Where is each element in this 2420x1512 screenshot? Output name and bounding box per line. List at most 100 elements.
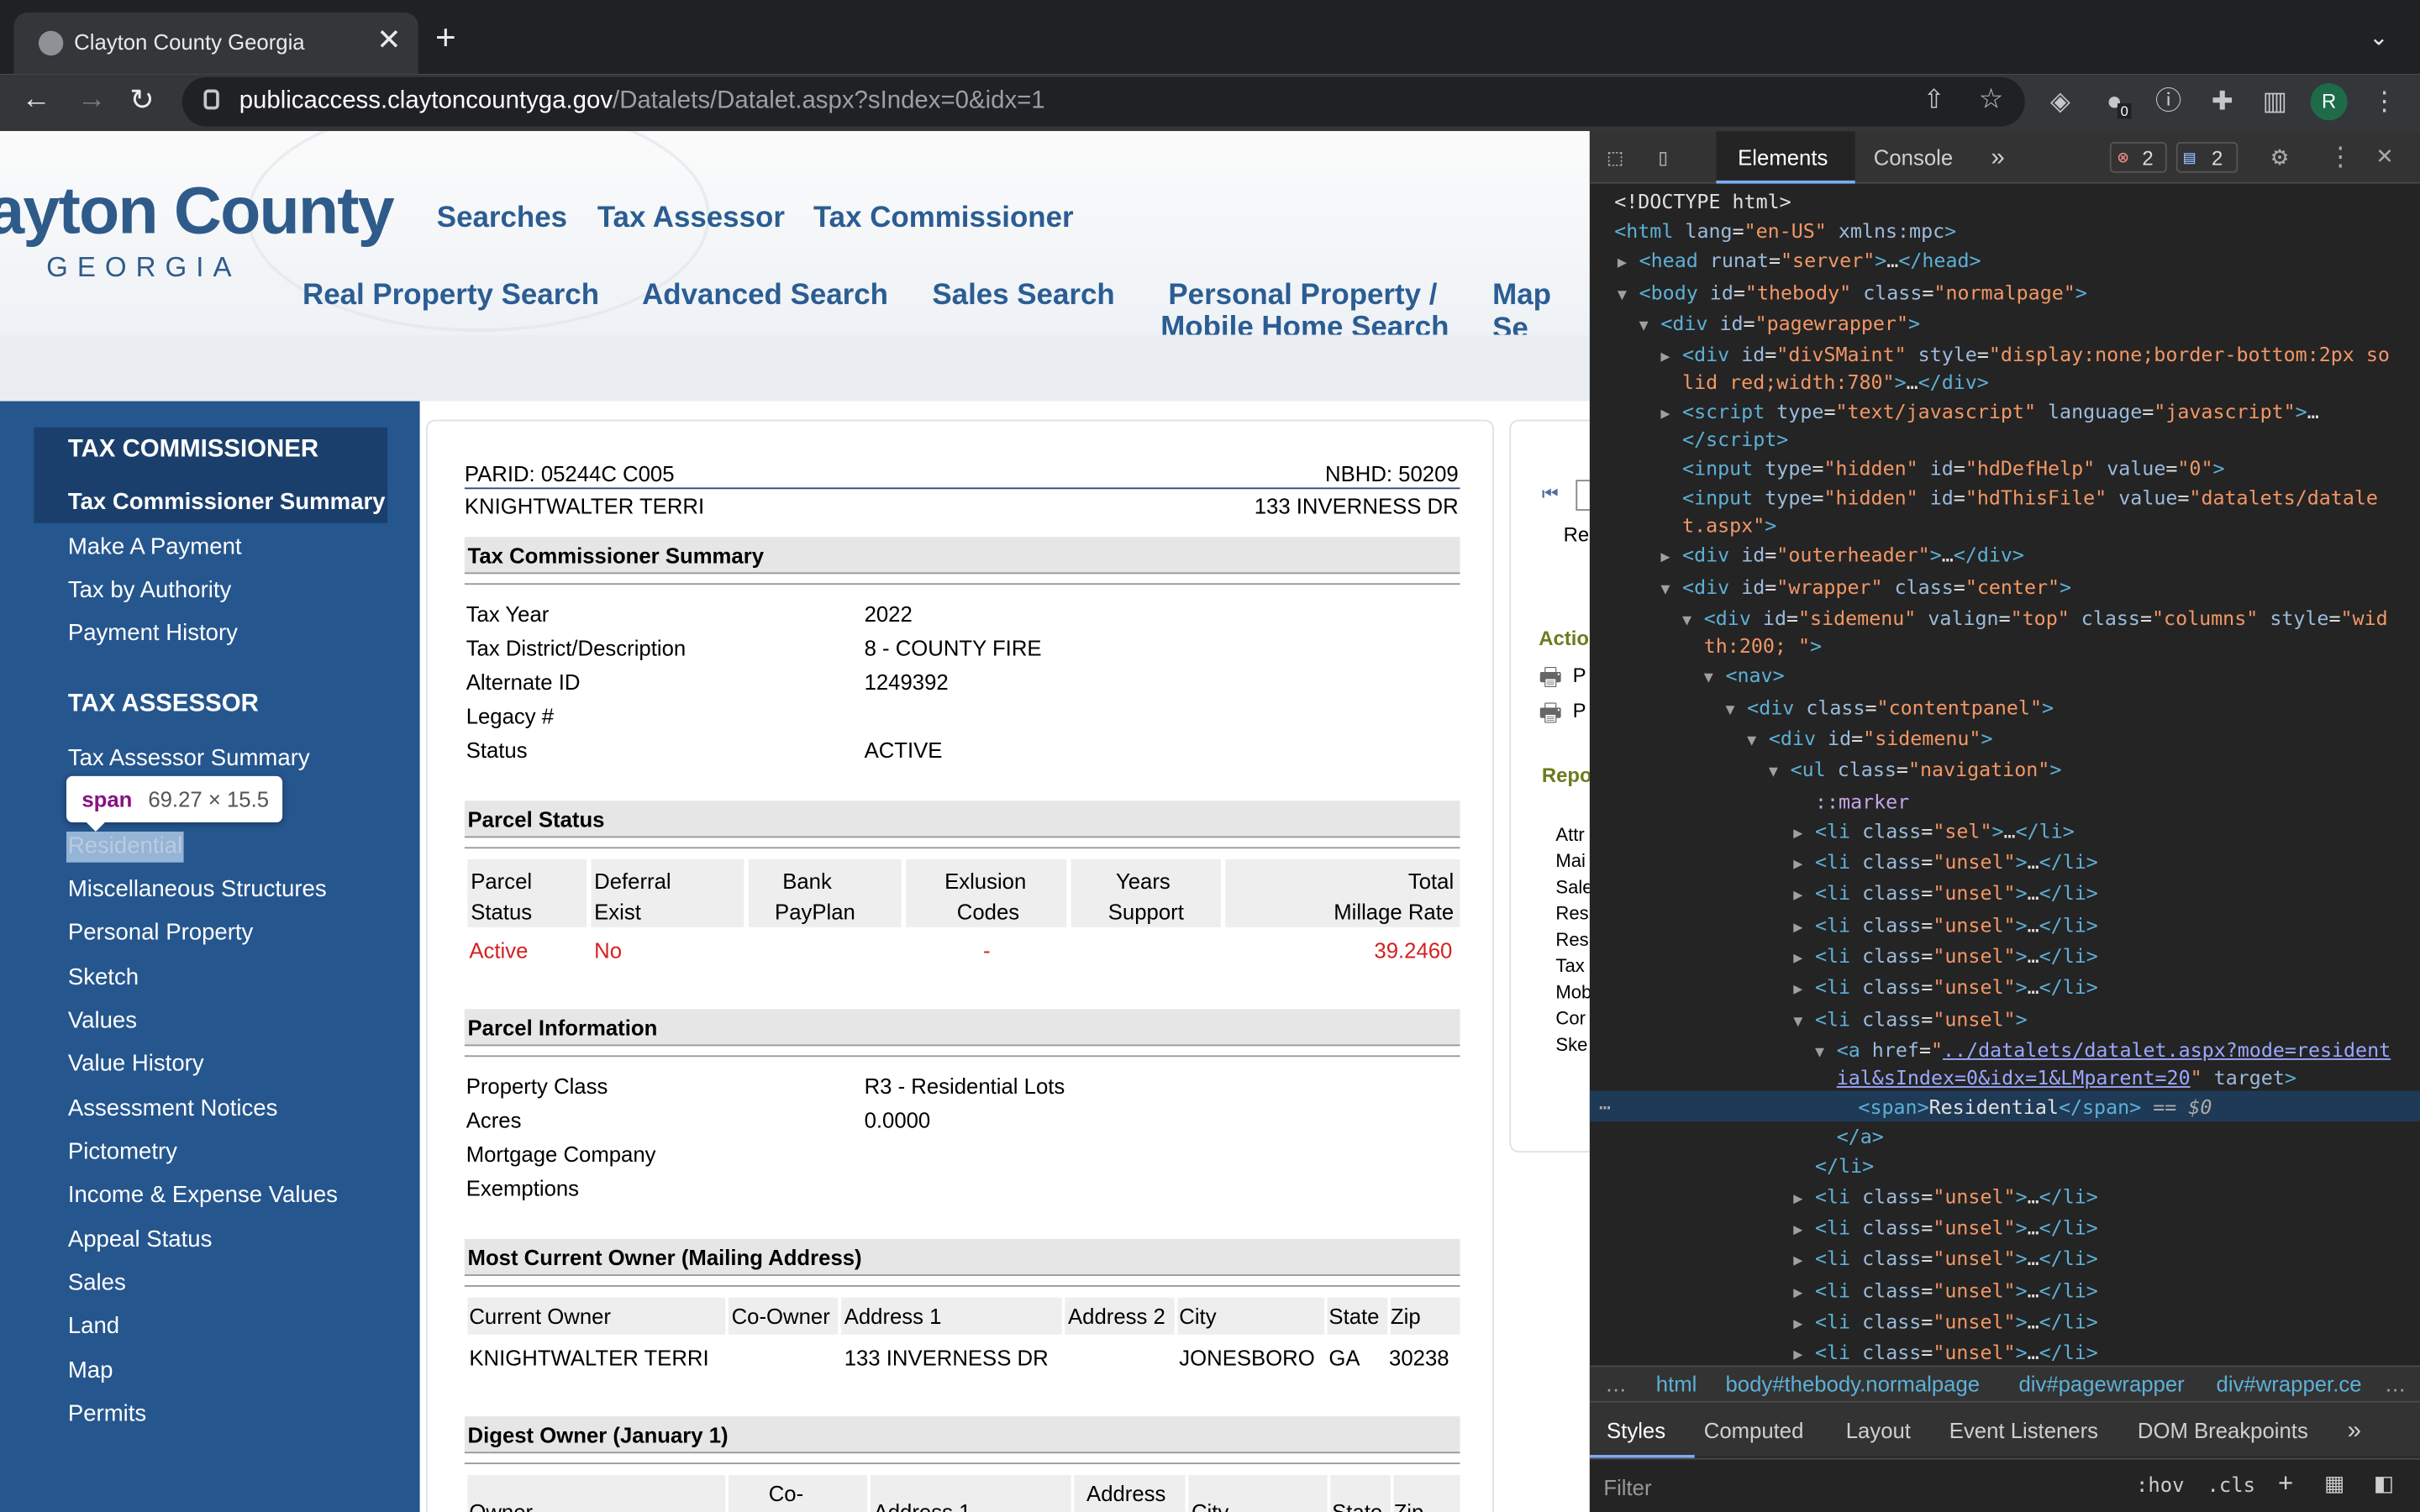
sidebar-item-tax-commissioner-summary[interactable]: Tax Commissioner Summary — [68, 489, 386, 515]
dom-line[interactable]: <!DOCTYPE html> — [1614, 190, 1791, 213]
more-tabs-icon[interactable]: » — [1991, 145, 2004, 173]
sidebar-item-income-expense[interactable]: Income & Expense Values — [68, 1182, 338, 1208]
profile-avatar[interactable]: R — [2310, 83, 2348, 121]
sidebar-item-sales[interactable]: Sales — [68, 1270, 126, 1296]
sidebar-item-residential[interactable]: Residential — [68, 833, 182, 859]
share-icon[interactable]: ⇧ — [1923, 85, 1945, 116]
sidebar-item-values[interactable]: Values — [68, 1007, 137, 1033]
first-record-icon[interactable]: ⏮ — [1542, 483, 1559, 507]
sidebar-item-value-history[interactable]: Value History — [68, 1051, 204, 1077]
back-icon[interactable]: ← — [22, 83, 51, 117]
dom-line[interactable]: ▼ <body id="thebody" class="normalpage"> — [1618, 281, 2087, 304]
report-link[interactable]: Sale — [1555, 876, 1589, 898]
dom-line[interactable]: ▼ <div class="contentpanel"> — [1725, 696, 2054, 719]
nav-personal-property[interactable]: Personal Property / — [1168, 279, 1437, 312]
paint-icon[interactable]: ▦ — [2324, 1470, 2344, 1496]
messages-badge[interactable]: ▤ 2 — [2175, 141, 2238, 173]
new-tab-icon[interactable]: + — [435, 17, 456, 59]
sidebar-item-permits[interactable]: Permits — [68, 1401, 146, 1427]
dom-line[interactable]: ▶ <li class="unsel">…</li> — [1793, 1310, 2098, 1333]
action-link[interactable]: P — [1573, 699, 1586, 722]
action-link[interactable]: P — [1573, 664, 1586, 687]
kebab-menu-icon[interactable]: ⋮ — [2369, 87, 2400, 118]
tab-event-listeners[interactable]: Event Listeners — [1949, 1418, 2098, 1442]
sidebar-item-personal-property[interactable]: Personal Property — [68, 920, 254, 946]
breadcrumb-item[interactable]: body#thebody.normalpage — [1725, 1372, 1980, 1396]
dom-line[interactable]: ▶ <li class="unsel">…</li> — [1793, 850, 2098, 874]
record-input[interactable] — [1576, 480, 1590, 511]
selected-node-menu-icon[interactable]: ⋯ — [1599, 1095, 1611, 1119]
dom-line-selected[interactable]: <span>Residential</span> == $0 — [1858, 1095, 2212, 1119]
report-link[interactable]: Ske — [1555, 1034, 1587, 1056]
breadcrumb-overflow-icon[interactable]: … — [1605, 1372, 1627, 1396]
dom-line[interactable]: <input type="hidden" id="hdDefHelp" valu… — [1682, 457, 2224, 480]
dom-line[interactable]: ▶ <li class="unsel">…</li> — [1793, 944, 2098, 968]
forward-icon[interactable]: → — [77, 83, 107, 117]
dom-line[interactable]: ▼ <div id="sidemenu" valign="top" class="… — [1682, 606, 2388, 630]
sidebar-item-misc-structures[interactable]: Miscellaneous Structures — [68, 876, 327, 902]
breadcrumb-item[interactable]: div#pagewrapper — [2018, 1372, 2184, 1396]
report-link[interactable]: Cor — [1555, 1007, 1586, 1029]
dom-line[interactable]: ▶ <div id="divSMaint" style="display:none… — [1660, 343, 2390, 366]
dom-line[interactable]: <input type="hidden" id="hdThisFile" val… — [1682, 486, 2378, 510]
filter-input[interactable]: Filter — [1603, 1475, 1651, 1499]
site-logo-title[interactable]: ayton County — [0, 175, 395, 250]
dom-line[interactable]: ▼ <div id="pagewrapper"> — [1639, 312, 1920, 335]
dom-line[interactable]: ▶ <li class="unsel">…</li> — [1793, 913, 2098, 937]
breadcrumb-more-icon[interactable]: … — [2385, 1372, 2407, 1396]
nav-advanced-search[interactable]: Advanced Search — [642, 279, 888, 312]
dom-line[interactable]: ▶ <li class="unsel">…</li> — [1793, 881, 2098, 905]
nav-tax-assessor[interactable]: Tax Assessor — [597, 202, 785, 236]
browser-tab[interactable]: Clayton County Georgia ✕ — [13, 12, 418, 75]
cls-toggle[interactable]: .cls — [2207, 1475, 2256, 1499]
dom-line[interactable]: ▶ <li class="unsel">…</li> — [1793, 1247, 2098, 1270]
dom-line[interactable]: <html lang="en-US" xmlns:mpc> — [1614, 219, 1956, 243]
address-bar[interactable]: publicaccess.claytoncountyga.gov/Datalet… — [182, 76, 2025, 127]
dom-line[interactable]: ▶ <li class="sel">…</li> — [1793, 819, 2074, 843]
tab-console[interactable]: Console — [1874, 145, 1953, 170]
report-link[interactable]: Res — [1555, 902, 1588, 924]
reload-icon[interactable]: ↻ — [129, 83, 154, 118]
dom-line[interactable]: ▶ <script type="text/javascript" language… — [1660, 400, 2318, 423]
breadcrumb-item[interactable]: html — [1656, 1372, 1697, 1396]
ublock-icon[interactable]: ◈ — [2045, 87, 2076, 118]
dom-line[interactable]: ▼ <nav> — [1704, 664, 1785, 687]
dom-line[interactable]: ▶ <li class="unsel">…</li> — [1793, 1215, 2098, 1239]
dom-line[interactable]: ▼ <a href="../datalets/datalet.aspx?mode=… — [1815, 1038, 2391, 1062]
sidebar-item-appeal-status[interactable]: Appeal Status — [68, 1226, 213, 1252]
errors-badge[interactable]: ⊗ 2 — [2109, 141, 2167, 173]
tab-elements-label[interactable]: Elements — [1738, 145, 1828, 170]
tab-search-chevron-icon[interactable]: ⌄ — [2369, 24, 2388, 50]
sidebar-item-payment-history[interactable]: Payment History — [68, 620, 238, 646]
puzzle-extensions-icon[interactable]: ✚ — [2207, 87, 2238, 118]
tab-layout[interactable]: Layout — [1846, 1418, 1911, 1442]
more-style-tabs-icon[interactable]: » — [2348, 1418, 2361, 1446]
nav-tax-commissioner[interactable]: Tax Commissioner — [813, 202, 1074, 236]
dom-line[interactable]: ▶ <li class="unsel">…</li> — [1793, 1279, 2098, 1303]
report-link[interactable]: Mob — [1555, 981, 1589, 1003]
report-link[interactable]: Mai — [1555, 850, 1586, 872]
report-link[interactable]: Attr — [1555, 824, 1584, 846]
dom-line[interactable]: ▶ <li class="unsel">…</li> — [1793, 1341, 2098, 1364]
tab-computed[interactable]: Computed — [1704, 1418, 1804, 1442]
new-style-rule-icon[interactable]: + — [2278, 1469, 2293, 1500]
sidebar-item-pictometry[interactable]: Pictometry — [68, 1139, 177, 1165]
tab-dom-breakpoints[interactable]: DOM Breakpoints — [2138, 1418, 2308, 1442]
printer-icon[interactable]: 🖶 — [1539, 696, 1562, 738]
side-panel-icon[interactable]: ▥ — [2260, 87, 2291, 118]
inspect-element-icon[interactable]: ⬚ — [1608, 144, 1623, 171]
dom-line[interactable]: ▶ <li class="unsel">…</li> — [1793, 975, 2098, 999]
dom-line[interactable]: ▼ <ul class="navigation"> — [1769, 758, 2061, 781]
dom-line[interactable]: ▼ <div id="sidemenu"> — [1747, 727, 1992, 750]
sidebar-item-tax-by-authority[interactable]: Tax by Authority — [68, 577, 231, 603]
sidebar-item-assessment-notices[interactable]: Assessment Notices — [68, 1095, 278, 1121]
tab-styles[interactable]: Styles — [1607, 1418, 1665, 1442]
sidebar-toggle-icon[interactable]: ◧ — [2374, 1470, 2394, 1496]
devtools-menu-icon[interactable]: ⋮ — [2328, 142, 2354, 173]
settings-gear-icon[interactable]: ⚙ — [2272, 142, 2288, 173]
dom-line[interactable]: ▶ <li class="unsel">…</li> — [1793, 1185, 2098, 1209]
dom-line[interactable]: ▶ <div id="outerheader">…</div> — [1660, 543, 2024, 567]
report-link[interactable]: Res — [1555, 929, 1588, 951]
dom-line[interactable]: ▼ <li class="unsel"> — [1793, 1007, 2027, 1031]
dom-line[interactable]: ▼ <div id="wrapper" class="center"> — [1660, 575, 2071, 599]
